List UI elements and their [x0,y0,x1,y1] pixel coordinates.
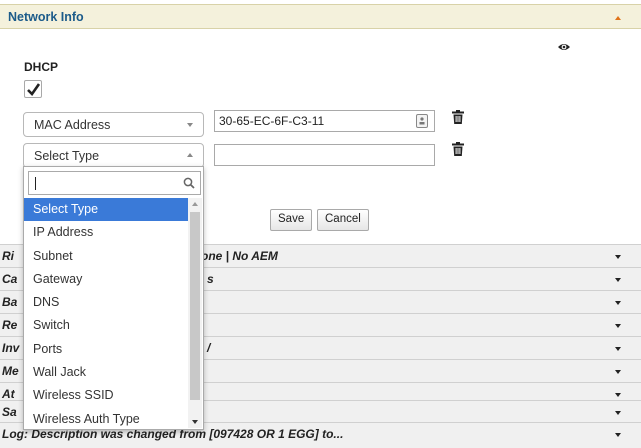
dropdown-scrollbar[interactable] [188,198,202,428]
scroll-down-icon[interactable] [192,420,198,424]
trash-icon[interactable] [452,142,464,156]
dropdown-option[interactable]: DNS [24,291,188,314]
scrollbar-thumb[interactable] [190,212,200,400]
chevron-down-icon[interactable] [615,433,621,437]
section-row-label: Re [2,318,18,332]
network-info-header[interactable]: Network Info [0,4,641,29]
type-dropdown[interactable]: Select Type IP Address Subnet Gateway DN… [23,166,204,430]
section-row-label: Sa [2,405,17,419]
section-row-detail: / [207,341,211,355]
dropdown-option[interactable]: Wireless SSID [24,384,188,407]
section-row-label: Ba [2,295,18,309]
chevron-down-icon[interactable] [615,324,621,328]
dropdown-option[interactable]: Gateway [24,268,188,291]
text-cursor [35,177,36,190]
chevron-down-icon[interactable] [615,347,621,351]
value-input-2[interactable] [214,144,435,166]
collapse-caret-icon[interactable] [615,16,621,20]
section-row-label: Ca [2,272,18,286]
dropdown-option[interactable]: IP Address [24,221,188,244]
section-row-detail: s [207,272,214,286]
chevron-down-icon[interactable] [615,255,621,259]
chevron-down-icon[interactable] [615,278,621,282]
type-select-1-value: MAC Address [34,118,111,132]
dropdown-option[interactable]: Ports [24,338,188,361]
value-input-1[interactable]: 30-65-EC-6F-C3-11 [214,110,435,132]
dropdown-option[interactable]: Select Type [24,198,188,222]
search-icon [183,177,195,189]
chevron-down-icon[interactable] [615,370,621,374]
contact-card-icon[interactable] [416,114,428,128]
eye-icon[interactable] [557,40,571,54]
chevron-down-icon[interactable] [615,411,621,415]
section-row-label: Me [2,364,19,378]
section-row-label: Ri [2,249,14,263]
dhcp-label: DHCP [24,60,59,74]
dropdown-options: Select Type IP Address Subnet Gateway DN… [24,198,188,431]
type-select-1[interactable]: MAC Address [23,112,204,137]
dhcp-checkbox[interactable] [24,80,42,98]
check-icon [27,83,40,96]
chevron-up-icon [187,153,193,157]
dropdown-option[interactable]: Subnet [24,245,188,268]
cancel-button[interactable]: Cancel [317,209,369,231]
dropdown-search-input[interactable] [28,171,201,195]
type-select-2[interactable]: Select Type [23,143,204,168]
type-select-2-value: Select Type [34,149,100,163]
chevron-down-icon[interactable] [615,393,621,397]
chevron-down-icon [187,123,193,127]
section-row-label: Inv [2,341,20,355]
chevron-down-icon[interactable] [615,301,621,305]
section-row-label: At [2,387,15,401]
value-input-1-text: 30-65-EC-6F-C3-11 [219,114,325,128]
panel-title: Network Info [8,10,84,24]
scroll-up-icon[interactable] [192,202,198,206]
save-button[interactable]: Save [270,209,313,231]
dropdown-option[interactable]: Switch [24,314,188,337]
trash-icon[interactable] [452,110,464,124]
dropdown-option[interactable]: Wireless Auth Type [24,408,188,431]
dropdown-option[interactable]: Wall Jack [24,361,188,384]
